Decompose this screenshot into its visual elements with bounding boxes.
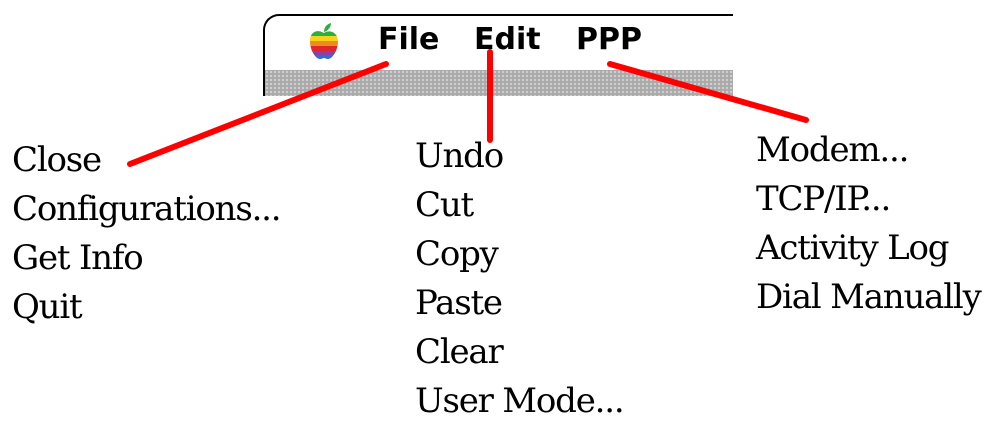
- menu-item-tcp-ip[interactable]: TCP/IP...: [756, 175, 981, 224]
- menu-item-user-mode[interactable]: User Mode...: [415, 377, 625, 426]
- menu-item-dial-manually[interactable]: Dial Manually: [756, 273, 982, 322]
- edit-menu-list: Undo Cut Copy Paste Clear User Mode...: [415, 132, 625, 426]
- menu-item-modem[interactable]: Modem...: [756, 126, 981, 175]
- menu-item-quit[interactable]: Quit: [12, 283, 280, 332]
- menu-title-file[interactable]: File: [378, 22, 439, 58]
- menu-item-undo[interactable]: Undo: [415, 132, 623, 181]
- menu-item-activity-log[interactable]: Activity Log: [756, 224, 981, 273]
- ppp-menu-list: Modem... TCP/IP... Activity Log Dial Man…: [756, 126, 982, 322]
- menu-item-configurations[interactable]: Configurations...: [12, 185, 282, 234]
- menu-item-copy[interactable]: Copy: [415, 230, 623, 279]
- menu-item-get-info[interactable]: Get Info: [12, 234, 280, 283]
- menu-title-ppp[interactable]: PPP: [576, 22, 642, 58]
- menu-title-edit[interactable]: Edit: [474, 22, 541, 58]
- menu-item-clear[interactable]: Clear: [415, 328, 623, 377]
- menu-item-paste[interactable]: Paste: [415, 279, 623, 328]
- menu-item-close[interactable]: Close: [12, 136, 280, 185]
- apple-rainbow-icon[interactable]: [308, 22, 340, 62]
- menu-item-cut[interactable]: Cut: [415, 181, 623, 230]
- menu-bar-pattern: [263, 70, 733, 96]
- file-menu-list: Close Configurations... Get Info Quit: [12, 136, 282, 332]
